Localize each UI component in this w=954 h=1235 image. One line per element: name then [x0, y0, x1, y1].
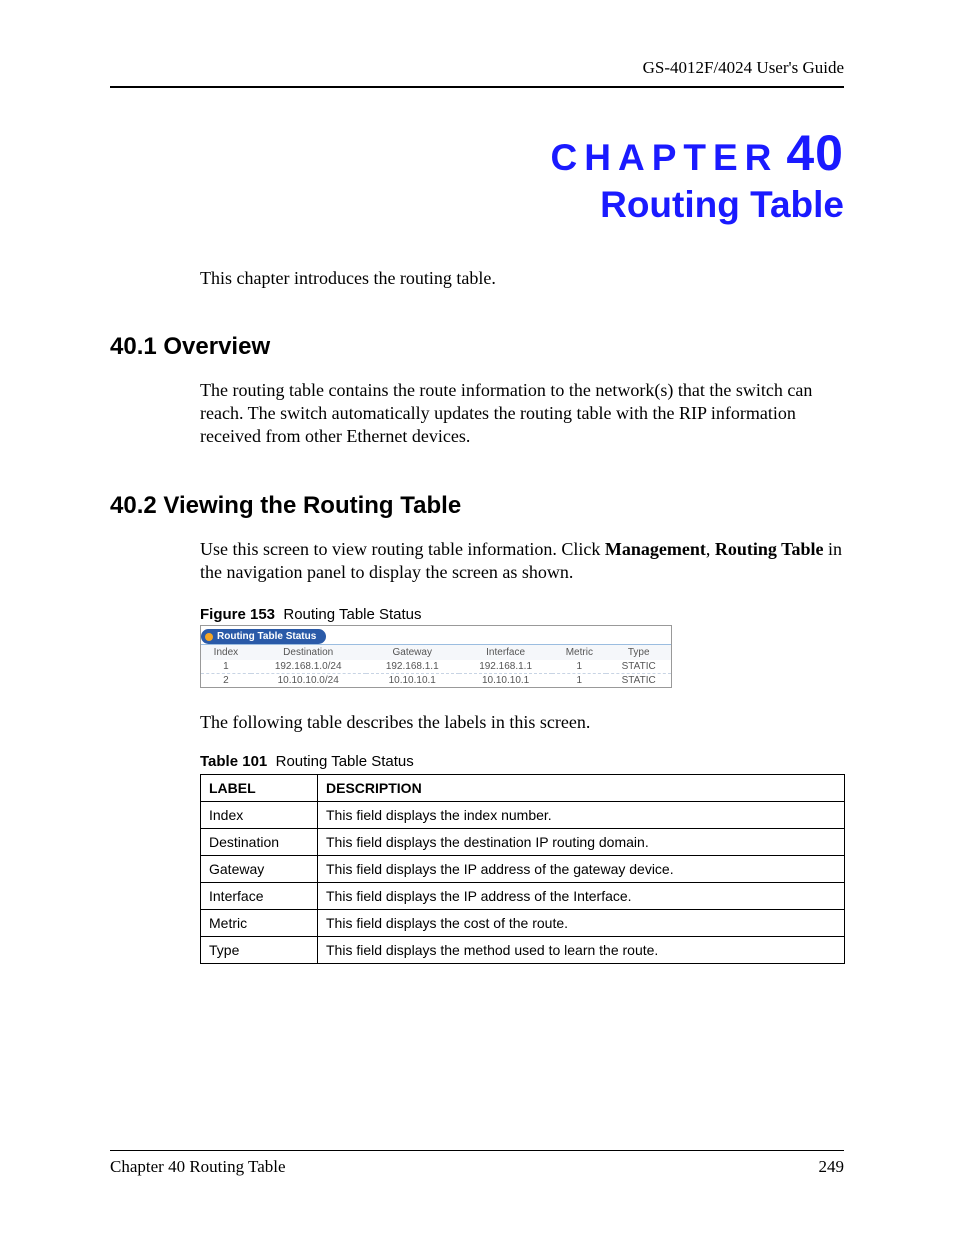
section-40-2-mid: , [706, 539, 715, 559]
footer-left: Chapter 40 Routing Table [110, 1157, 286, 1177]
fig-cell: 1 [552, 660, 606, 674]
table-101: LABEL DESCRIPTION Index This field displ… [200, 774, 845, 964]
td-desc: This field displays the cost of the rout… [318, 910, 845, 937]
td-desc: This field displays the destination IP r… [318, 829, 845, 856]
fig-cell: 10.10.10.1 [459, 674, 552, 688]
td-label: Gateway [201, 856, 318, 883]
fig-cell: 192.168.1.1 [459, 660, 552, 674]
chapter-intro: This chapter introduces the routing tabl… [200, 268, 844, 289]
bullet-icon [205, 633, 213, 641]
after-figure-text: The following table describes the labels… [200, 712, 844, 733]
fig-th-destination: Destination [251, 645, 366, 660]
td-desc: This field displays the IP address of th… [318, 856, 845, 883]
table-row: Gateway This field displays the IP addre… [201, 856, 845, 883]
fig-cell: 1 [201, 660, 251, 674]
table-caption-text: Routing Table Status [276, 753, 414, 770]
figure-153-caption: Figure 153 Routing Table Status [200, 606, 844, 623]
figure-panel-title-text: Routing Table Status [217, 631, 316, 642]
figure-row: 1 192.168.1.0/24 192.168.1.1 192.168.1.1… [201, 660, 671, 674]
section-40-2-bold2: Routing Table [715, 539, 824, 559]
page-number: 249 [819, 1157, 845, 1177]
fig-cell: 192.168.1.0/24 [251, 660, 366, 674]
td-label: Interface [201, 883, 318, 910]
header-rule [110, 86, 844, 88]
th-label: LABEL [201, 775, 318, 802]
figure-row: 2 10.10.10.0/24 10.10.10.1 10.10.10.1 1 … [201, 674, 671, 688]
figure-header-row: Index Destination Gateway Interface Metr… [201, 645, 671, 660]
table-row: Metric This field displays the cost of t… [201, 910, 845, 937]
table-header-row: LABEL DESCRIPTION [201, 775, 845, 802]
td-desc: This field displays the index number. [318, 802, 845, 829]
td-label: Metric [201, 910, 318, 937]
td-desc: This field displays the method used to l… [318, 937, 845, 964]
section-40-1-body: The routing table contains the route inf… [200, 379, 844, 448]
table-row: Destination This field displays the dest… [201, 829, 845, 856]
td-desc: This field displays the IP address of th… [318, 883, 845, 910]
section-40-2-heading: 40.2 Viewing the Routing Table [110, 492, 844, 520]
figure-caption-text: Routing Table Status [283, 606, 421, 623]
td-label: Index [201, 802, 318, 829]
fig-cell: 2 [201, 674, 251, 688]
table-row: Type This field displays the method used… [201, 937, 845, 964]
chapter-title: Routing Table [110, 184, 844, 226]
td-label: Type [201, 937, 318, 964]
fig-cell: 1 [552, 674, 606, 688]
footer-rule [110, 1150, 844, 1151]
table-caption-label: Table 101 [200, 753, 267, 770]
table-101-caption: Table 101 Routing Table Status [200, 753, 844, 770]
figure-table: Index Destination Gateway Interface Metr… [201, 645, 671, 687]
section-40-2-body: Use this screen to view routing table in… [200, 538, 844, 584]
section-40-1-heading: 40.1 Overview [110, 333, 844, 361]
fig-th-index: Index [201, 645, 251, 660]
fig-th-interface: Interface [459, 645, 552, 660]
th-description: DESCRIPTION [318, 775, 845, 802]
fig-th-type: Type [606, 645, 671, 660]
document-header: GS-4012F/4024 User's Guide [110, 58, 844, 78]
fig-cell: 192.168.1.1 [366, 660, 459, 674]
figure-caption-label: Figure 153 [200, 606, 275, 623]
fig-th-metric: Metric [552, 645, 606, 660]
table-row: Index This field displays the index numb… [201, 802, 845, 829]
fig-cell: 10.10.10.1 [366, 674, 459, 688]
fig-cell: 10.10.10.0/24 [251, 674, 366, 688]
chapter-label: CHAPTER [551, 137, 779, 178]
chapter-heading-block: CHAPTER40 Routing Table [110, 124, 844, 226]
table-row: Interface This field displays the IP add… [201, 883, 845, 910]
figure-panel-title: Routing Table Status [201, 629, 326, 644]
fig-cell: STATIC [606, 674, 671, 688]
section-40-2-bold1: Management [605, 539, 706, 559]
fig-th-gateway: Gateway [366, 645, 459, 660]
section-40-2-pre: Use this screen to view routing table in… [200, 539, 605, 559]
td-label: Destination [201, 829, 318, 856]
figure-routing-table-status: Routing Table Status Index Destination G… [200, 625, 672, 688]
fig-cell: STATIC [606, 660, 671, 674]
chapter-number: 40 [786, 125, 844, 181]
